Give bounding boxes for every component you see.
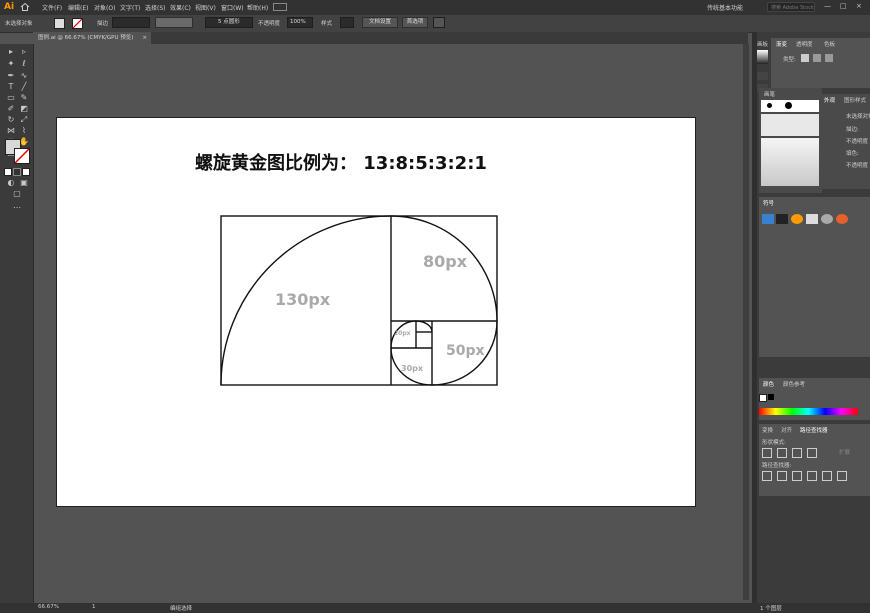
brush-dot-large[interactable]: [785, 102, 792, 109]
appearance-panel: 外观 图形样式 未选择对象 描边: 不透明度 填色: 不透明度: [821, 94, 870, 189]
appearance-row-4[interactable]: 不透明度: [846, 161, 868, 169]
expand-button[interactable]: 扩展: [839, 448, 850, 456]
vertical-scrollbar[interactable]: [743, 44, 749, 600]
appearance-row-1[interactable]: 描边:: [846, 125, 859, 133]
color-none-icon[interactable]: [759, 394, 767, 402]
outer-rect: [220, 215, 498, 386]
intersect-icon[interactable]: [792, 448, 802, 458]
symbol-5[interactable]: [821, 214, 833, 224]
gradient-panel: 画板 渐变 透明度 色板 类型:: [757, 38, 870, 88]
tab-color-guide[interactable]: 颜色参考: [783, 380, 805, 388]
current-tool: 编组选择: [170, 606, 193, 612]
symbol-3[interactable]: [791, 214, 803, 224]
exclude-icon[interactable]: [807, 448, 817, 458]
appearance-row-2[interactable]: 不透明度: [846, 137, 868, 145]
color-spectrum[interactable]: [759, 408, 858, 415]
tab-swatches[interactable]: 色板: [824, 40, 835, 48]
symbols-panel: 符号: [759, 197, 870, 357]
symbol-1[interactable]: [762, 214, 774, 224]
zoom-level[interactable]: 66.67%: [38, 604, 59, 610]
status-bar: 66.67% 1 编组选择 1 个图层: [0, 603, 870, 613]
layers-count: 1 个图层: [760, 606, 782, 612]
pathfinder-panel: 变换 对齐 路径查找器 形状模式: 扩展 路径查找器:: [759, 424, 870, 496]
brush-preview: [761, 138, 819, 186]
shape-modes-label: 形状模式:: [762, 440, 786, 446]
brushes-panel: 画笔: [759, 88, 822, 193]
label-20px: 20px: [394, 330, 411, 337]
brushes-title: 画笔: [764, 92, 776, 98]
gradient-preview-icon[interactable]: [757, 50, 768, 64]
tab-graphic-styles[interactable]: 图形样式: [844, 96, 866, 104]
tab-appearance[interactable]: 外观: [824, 96, 835, 104]
label-80px: 80px: [423, 252, 468, 271]
tab-transparency[interactable]: 透明度: [796, 40, 813, 48]
dock-gutter: [752, 32, 757, 604]
divide-icon[interactable]: [762, 471, 772, 481]
radial-gradient-button[interactable]: [813, 54, 821, 62]
tab-transform[interactable]: 变换: [762, 426, 773, 434]
merge-icon[interactable]: [792, 471, 802, 481]
symbols-title: 符号: [763, 201, 775, 207]
spiral-arc-6: [415, 320, 433, 333]
appearance-row-0: 未选择对象: [846, 114, 870, 120]
minus-back-icon[interactable]: [837, 471, 847, 481]
artboard-panel-icon[interactable]: [757, 72, 768, 80]
linear-gradient-button[interactable]: [801, 54, 809, 62]
symbol-6[interactable]: [836, 214, 848, 224]
gradient-type-label: 类型:: [783, 57, 796, 63]
artboard-index[interactable]: 1: [92, 604, 96, 610]
color-black-icon[interactable]: [768, 394, 774, 400]
freeform-gradient-button[interactable]: [825, 54, 833, 62]
minus-front-icon[interactable]: [777, 448, 787, 458]
tab-artboards[interactable]: 画板: [757, 40, 768, 48]
pathfinders-label: 路径查找器:: [762, 463, 792, 469]
label-30px: 30px: [401, 364, 424, 373]
crop-icon[interactable]: [807, 471, 817, 481]
brush-dot-small[interactable]: [767, 103, 772, 108]
symbol-4[interactable]: [806, 214, 818, 224]
trim-icon[interactable]: [777, 471, 787, 481]
label-50px: 50px: [446, 343, 485, 359]
tab-pathfinder[interactable]: 路径查找器: [800, 426, 828, 434]
unite-icon[interactable]: [762, 448, 772, 458]
color-panel: 颜色 颜色参考: [759, 378, 870, 420]
outline-icon[interactable]: [822, 471, 832, 481]
appearance-row-3[interactable]: 填色:: [846, 149, 859, 157]
golden-spiral-diagram: [220, 215, 498, 386]
tab-color[interactable]: 颜色: [763, 380, 774, 388]
brush-strokes-list[interactable]: [761, 114, 819, 136]
tab-gradient[interactable]: 渐变: [776, 40, 787, 48]
symbol-2[interactable]: [776, 214, 788, 224]
label-130px: 130px: [275, 290, 331, 309]
tab-align[interactable]: 对齐: [781, 426, 792, 434]
